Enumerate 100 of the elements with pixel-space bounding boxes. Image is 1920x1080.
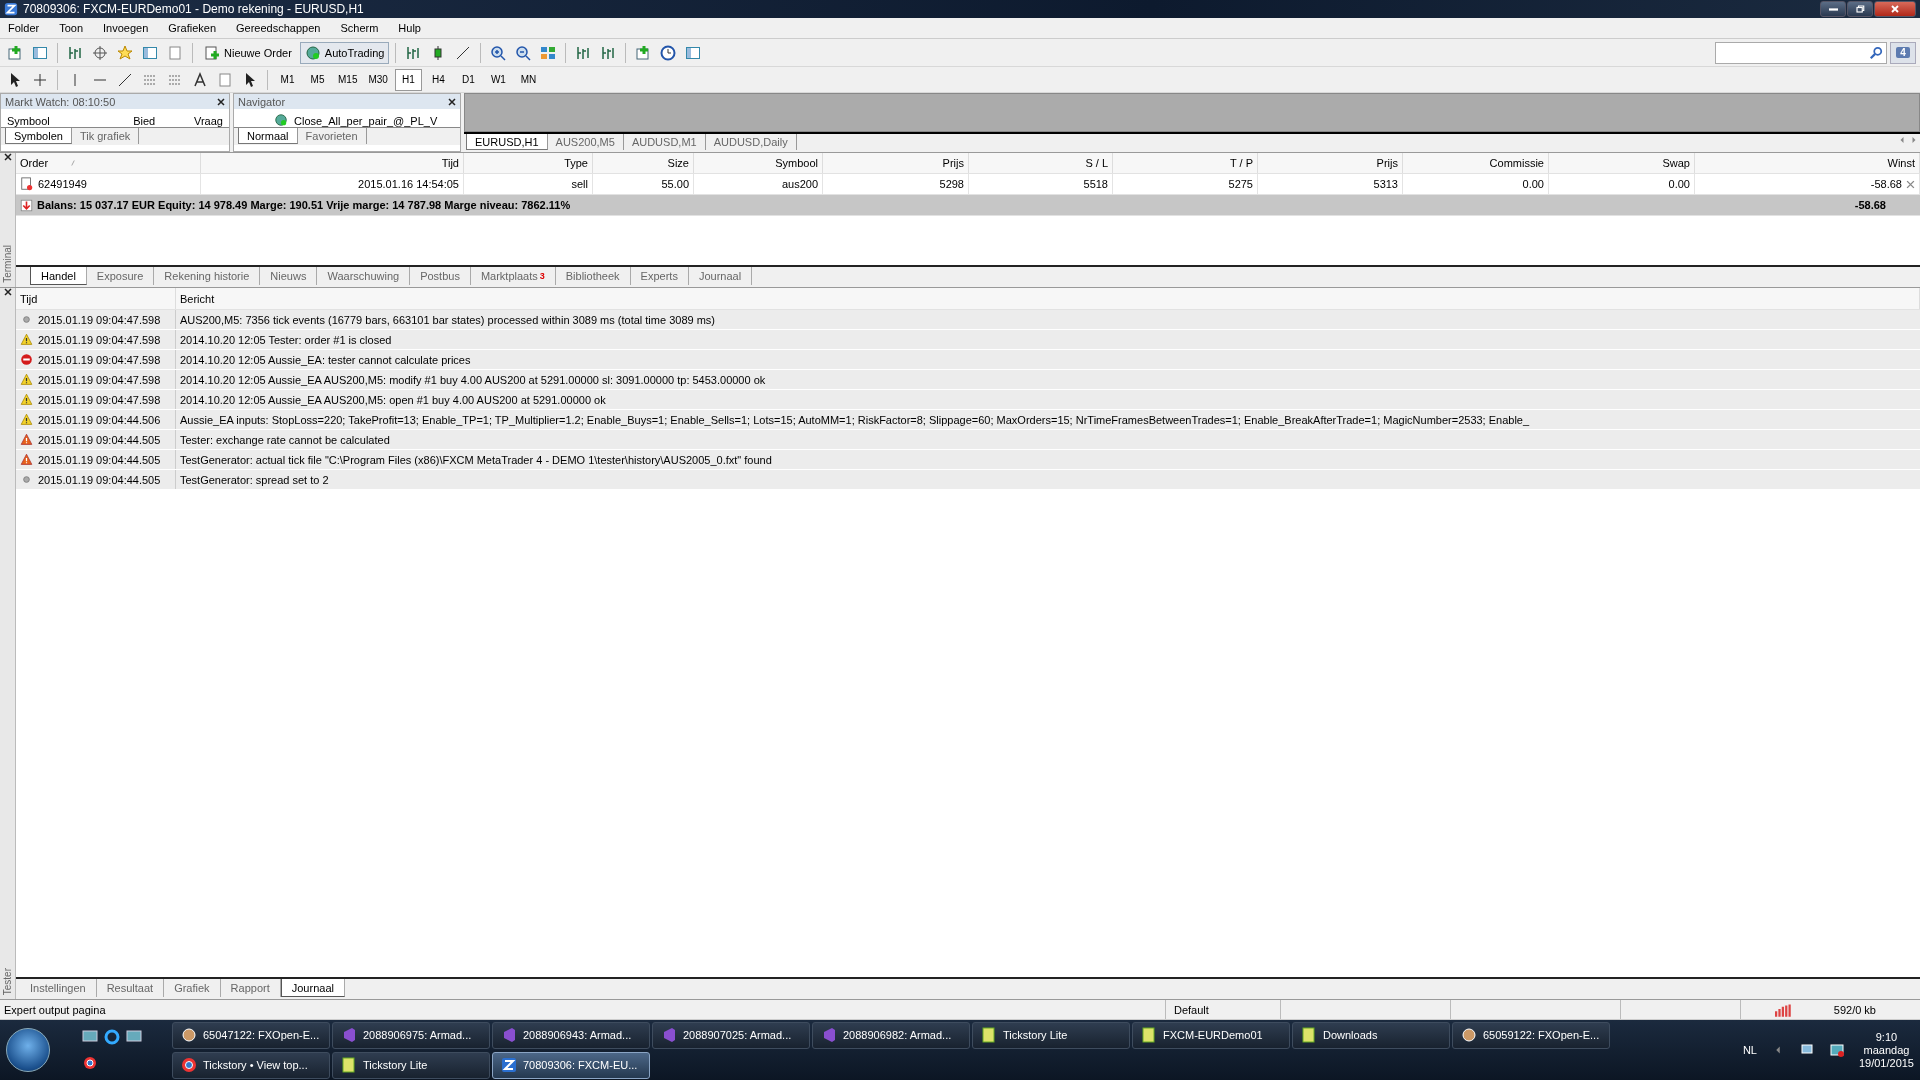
column-header[interactable]: S / L <box>969 153 1113 173</box>
tester-tab[interactable]: Rapport <box>220 979 281 997</box>
chart-tab[interactable]: AUDUSD,Daily <box>705 134 797 150</box>
navigator-item[interactable]: Close_All_per_pair_@_PL_V <box>294 115 438 127</box>
terminal-tab[interactable]: Handel <box>30 267 87 285</box>
menu-item[interactable]: Hulp <box>396 22 429 34</box>
taskbar-button[interactable]: Tickstory Lite <box>972 1021 1130 1049</box>
tester-tab[interactable]: Journaal <box>280 979 345 997</box>
log-message: 2014.10.20 12:05 Aussie_EA: tester cannot calculate prices <box>179 352 472 368</box>
taskbar-button[interactable]: Tickstory Lite <box>332 1051 490 1079</box>
menu-item[interactable]: Folder <box>6 22 48 34</box>
status-text: Expert output pagina <box>3 1003 107 1016</box>
terminal-tab[interactable]: Nieuws <box>260 267 318 285</box>
side-label: Terminal <box>2 245 13 283</box>
taskbar-button[interactable]: 2088906975: Armad... <box>332 1021 490 1049</box>
terminal-tab[interactable]: Experts <box>630 267 689 285</box>
timeframe-button[interactable]: M30 <box>364 68 392 91</box>
table-cell: sell <box>464 174 593 194</box>
chart-tab[interactable]: AUS200,M5 <box>547 134 624 150</box>
menu-item[interactable]: Gereedschappen <box>234 22 329 34</box>
menu-item[interactable]: Invoegen <box>101 22 157 34</box>
log-time: 2015.01.19 09:04:44.505 <box>38 473 161 486</box>
taskbar-button[interactable]: Tickstory • View top... <box>172 1051 330 1079</box>
vertical-line-icon <box>74 72 76 87</box>
timeframe-button[interactable]: M15 <box>334 68 362 91</box>
taskbar-button[interactable]: 65047122: FXOpen-E... <box>172 1021 330 1049</box>
taskbar-button[interactable]: FXCM-EURDemo01 <box>1132 1021 1290 1049</box>
clock-icon <box>660 44 677 61</box>
crosshair-icon <box>32 71 48 88</box>
column-header[interactable]: Symbool <box>7 115 88 127</box>
indicators-icon <box>635 44 652 61</box>
panel-tab[interactable]: Symbolen <box>5 128 72 144</box>
panel-tab[interactable]: Tik grafiek <box>71 128 140 144</box>
clock[interactable]: 9:10 maandag 19/01/2015 <box>1858 1031 1914 1069</box>
table-cell: 2015.01.16 14:54:05 <box>201 174 464 194</box>
tester-tab[interactable]: Instellingen <box>20 979 97 997</box>
terminal-tab[interactable]: Postbus <box>410 267 471 285</box>
column-header[interactable]: Swap <box>1549 153 1695 173</box>
column-header[interactable]: Tijd <box>16 288 176 309</box>
timeframe-button[interactable]: W1 <box>484 68 512 91</box>
column-header[interactable]: Size <box>593 153 694 173</box>
menu-item[interactable]: Grafieken <box>166 22 224 34</box>
taskbar-button[interactable]: 2088906982: Armad... <box>812 1021 970 1049</box>
alert-icon <box>20 433 33 446</box>
timeframe-button[interactable]: H4 <box>424 68 452 91</box>
log-message: TestGenerator: spread set to 2 <box>179 472 330 488</box>
taskbar-button[interactable]: Downloads <box>1292 1021 1450 1049</box>
menu-item[interactable]: Toon <box>57 22 92 34</box>
panel-tab[interactable]: Normaal <box>238 128 298 144</box>
timeframe-button[interactable]: D1 <box>454 68 482 91</box>
taskbar-button[interactable]: 2088906943: Armad... <box>492 1021 650 1049</box>
window-icon <box>126 1029 142 1045</box>
menu-item[interactable]: Scherm <box>338 22 387 34</box>
close-button[interactable] <box>1874 1 1916 17</box>
tester-tab[interactable]: Resultaat <box>96 979 165 997</box>
chart-tab[interactable]: EURUSD,H1 <box>466 134 548 150</box>
column-header[interactable]: Winst <box>1695 153 1920 173</box>
terminal-tab[interactable]: Rekening historie <box>154 267 261 285</box>
column-header[interactable]: Tijd <box>201 153 464 173</box>
search-field[interactable] <box>1715 41 1887 64</box>
browser-icon <box>104 1029 120 1045</box>
timeframe-button[interactable]: H1 <box>394 68 422 91</box>
count-label: 3 <box>539 271 545 281</box>
column-header[interactable]: Commissie <box>1403 153 1549 173</box>
chart-tab[interactable]: AUDUSD,M1 <box>623 134 706 150</box>
column-header[interactable]: Vraag <box>161 115 223 127</box>
terminal-tab[interactable]: Waarschuwing <box>317 267 411 285</box>
info-icon <box>20 473 33 486</box>
timeframe-button[interactable]: MN <box>514 68 542 91</box>
autotrading-button[interactable]: AutoTrading <box>299 41 390 64</box>
timeframe-button[interactable]: M1 <box>274 68 301 91</box>
terminal-tab[interactable]: Bibliotheek <box>555 267 631 285</box>
terminal-tab[interactable]: Exposure <box>86 267 155 285</box>
data-window-icon <box>92 44 108 61</box>
column-header[interactable]: Bericht <box>176 288 1920 309</box>
new-order-button[interactable]: Nieuwe Order <box>199 41 297 64</box>
order-icon <box>204 44 220 61</box>
panel-title: Markt Watch: 08:10:50 <box>5 95 116 108</box>
column-header[interactable]: Type <box>464 153 593 173</box>
column-header[interactable]: Prijs <box>823 153 969 173</box>
restore-button[interactable] <box>1847 1 1873 17</box>
column-header[interactable]: Prijs <box>1258 153 1403 173</box>
taskbar-button[interactable]: 65059122: FXOpen-E... <box>1452 1021 1610 1049</box>
taskbar-button[interactable]: 70809306: FXCM-EU... <box>492 1051 650 1079</box>
timeframe-button[interactable]: M5 <box>304 68 331 91</box>
tester-tab[interactable]: Grafiek <box>164 979 221 997</box>
minimize-button[interactable] <box>1820 1 1846 17</box>
column-header[interactable]: Bied <box>93 115 156 127</box>
panel-tab[interactable]: Favorieten <box>297 128 367 144</box>
taskbar-button[interactable]: 2088907025: Armad... <box>652 1021 810 1049</box>
column-header[interactable]: Symbool <box>694 153 823 173</box>
column-header[interactable]: Order <box>16 153 201 173</box>
table-cell: 55.00 <box>593 174 694 194</box>
app-icon <box>981 1027 997 1043</box>
terminal-tab[interactable]: Journaal <box>688 267 753 285</box>
language-indicator[interactable]: NL <box>1742 1044 1757 1056</box>
notifications-button[interactable]: 4 <box>1890 41 1916 64</box>
close-order-icon <box>1906 179 1915 189</box>
start-button[interactable] <box>6 1028 50 1072</box>
column-header[interactable]: T / P <box>1113 153 1258 173</box>
